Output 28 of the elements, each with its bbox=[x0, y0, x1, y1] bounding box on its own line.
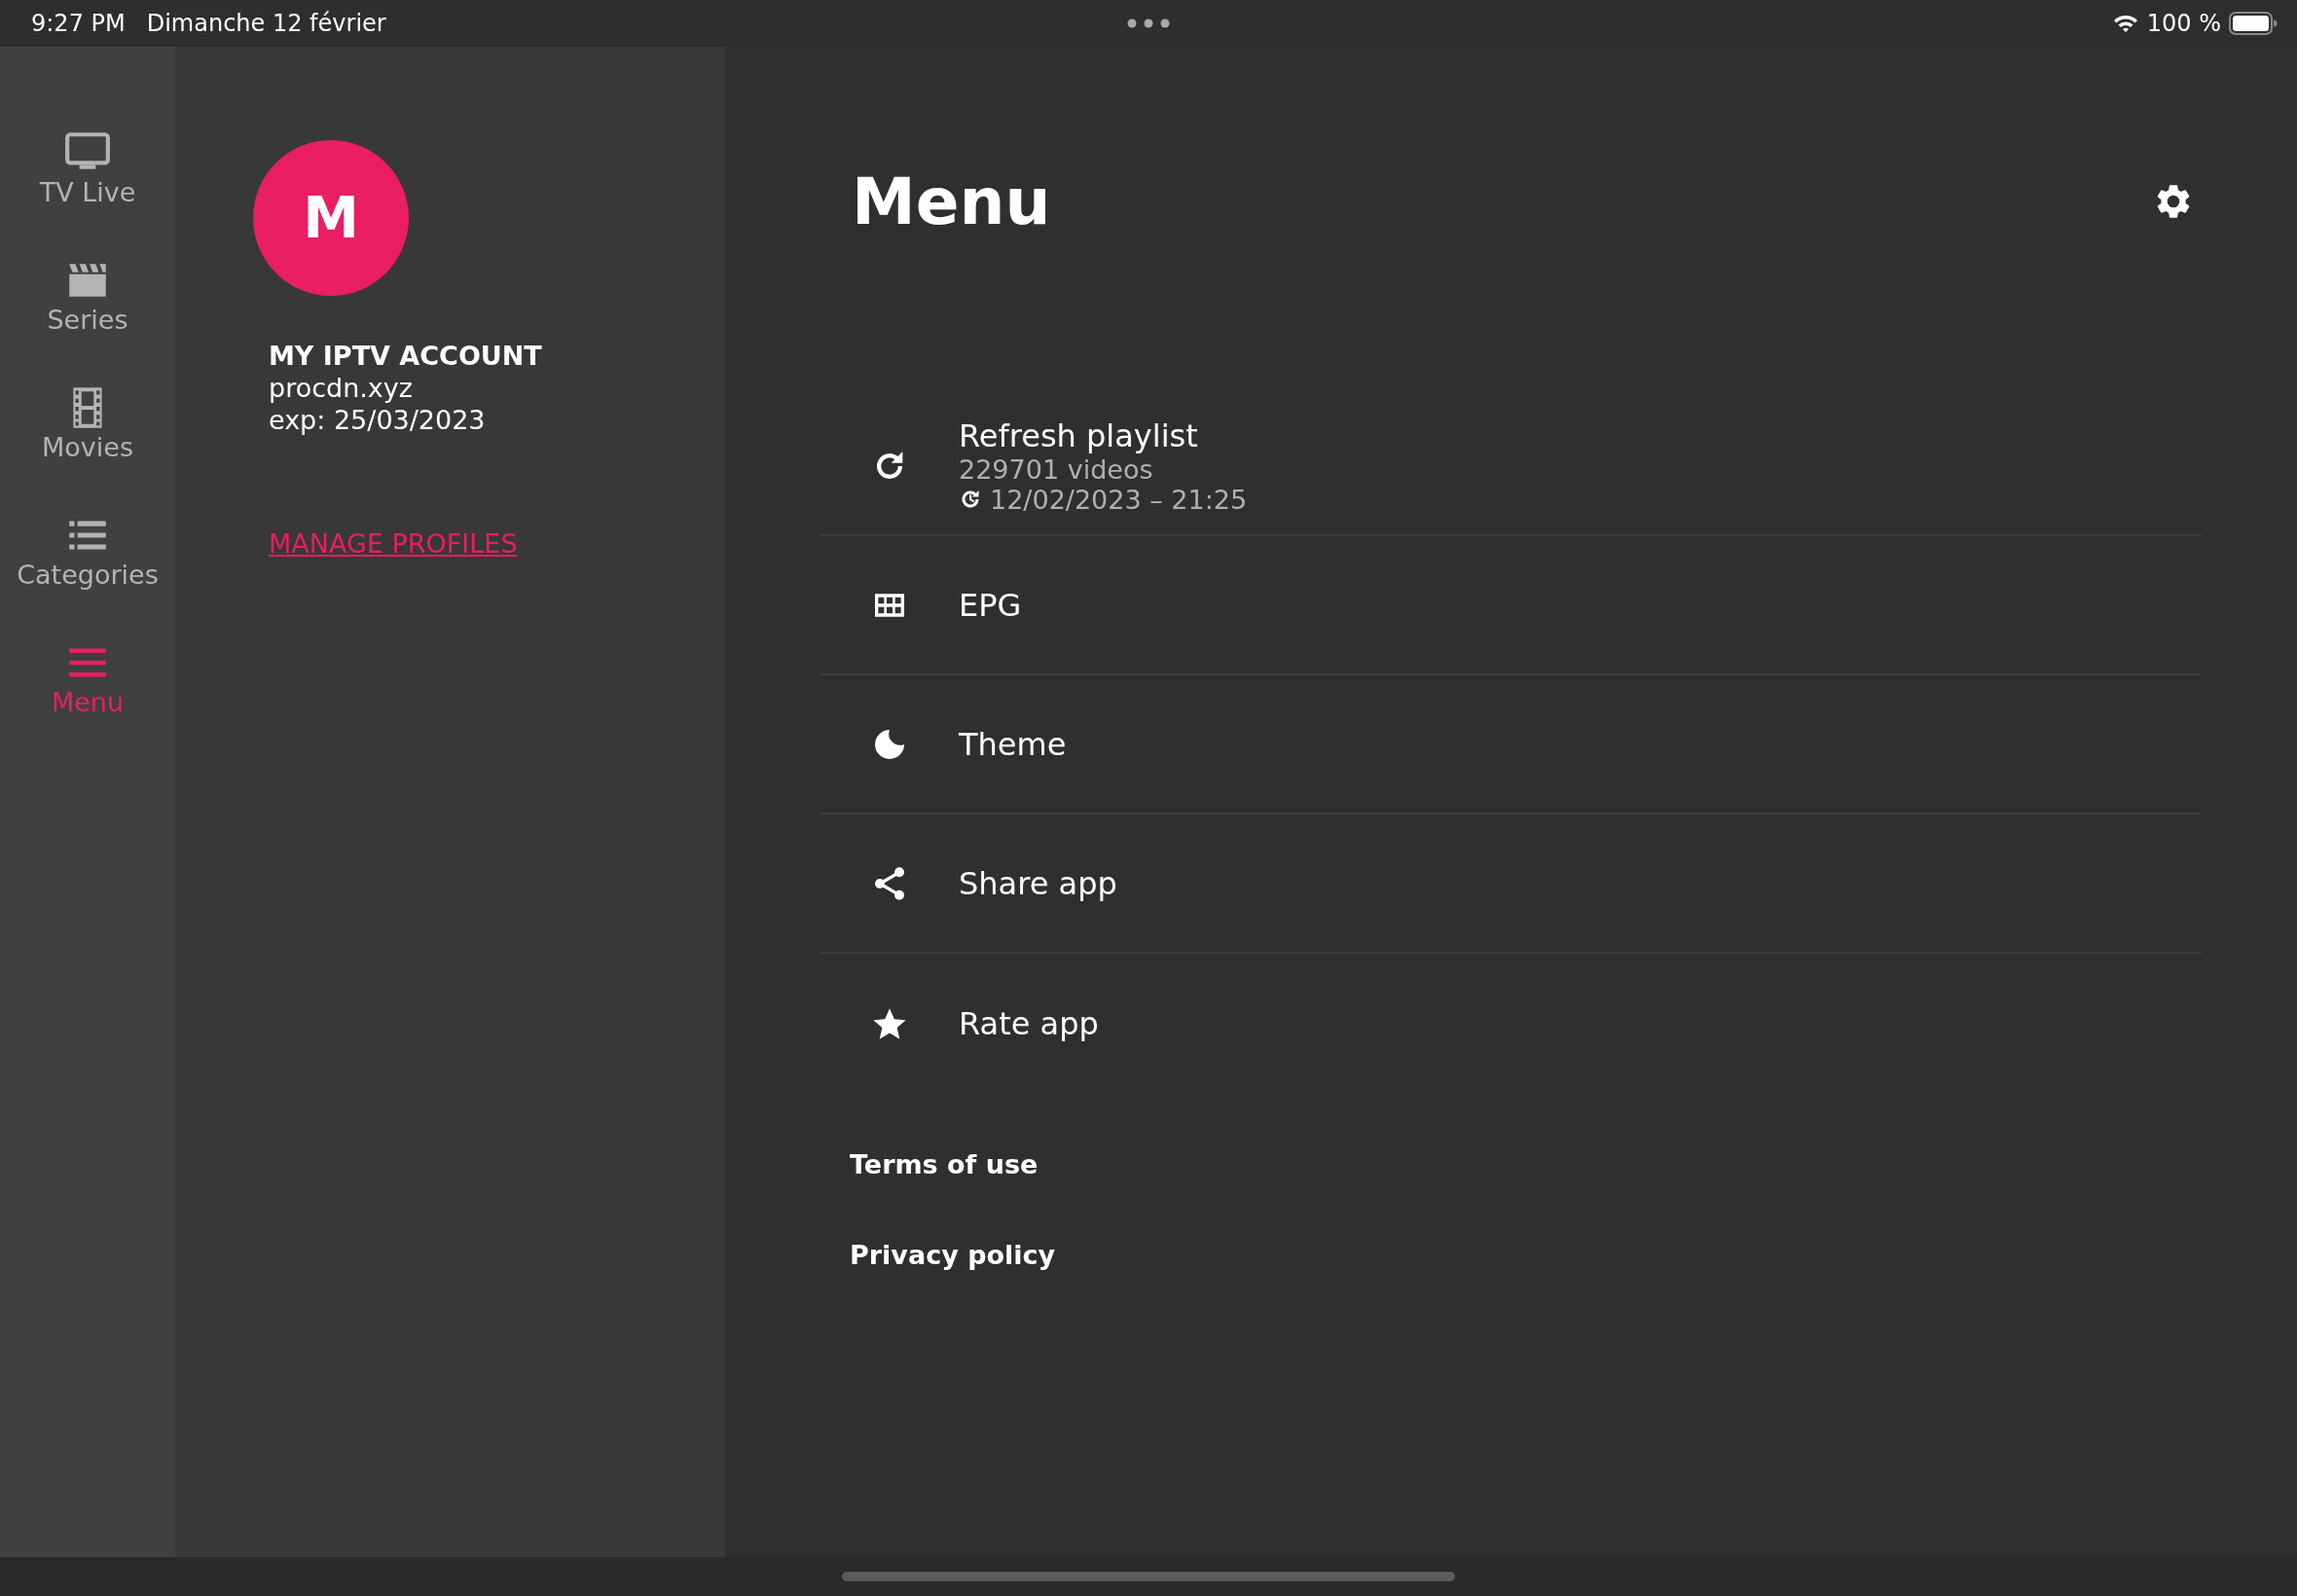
avatar: M bbox=[253, 140, 409, 296]
footer-link[interactable]: Terms of use bbox=[850, 1149, 1039, 1179]
more-dots-icon[interactable] bbox=[1127, 18, 1170, 28]
status-time: 9:27 PM bbox=[31, 10, 126, 37]
video-count: 229701 videos bbox=[959, 453, 1154, 485]
account-name: MY IPTV ACCOUNT bbox=[269, 341, 542, 371]
status-date: Dimanche 12 février bbox=[146, 10, 386, 37]
nav-item[interactable]: Movies bbox=[42, 383, 133, 462]
option-label: Refresh playlist bbox=[959, 417, 1199, 454]
option-row[interactable]: Share app bbox=[820, 815, 2202, 954]
account-server: procdn.xyz bbox=[269, 373, 413, 403]
option-label: Theme bbox=[959, 725, 1067, 763]
option-label: Share app bbox=[959, 864, 1117, 902]
last-updated: 12/02/2023 – 21:25 bbox=[990, 484, 1248, 515]
battery-percent: 100 % bbox=[2146, 10, 2221, 37]
option-row[interactable]: Rate app bbox=[820, 954, 2202, 1093]
page-title: Menu bbox=[852, 163, 1051, 239]
account-expiry: exp: 25/03/2023 bbox=[269, 405, 486, 435]
option-row[interactable]: Theme bbox=[820, 675, 2202, 815]
nav-item[interactable]: TV Live bbox=[39, 128, 136, 207]
footer-link[interactable]: Privacy policy bbox=[850, 1240, 1056, 1270]
nav-item[interactable]: Series bbox=[47, 256, 128, 335]
battery-icon bbox=[2229, 12, 2278, 35]
nav-item[interactable]: Categories bbox=[17, 511, 159, 590]
option-row[interactable]: Refresh playlist 229701 videos 12/02/2023 – 21:25 bbox=[820, 397, 2202, 536]
option-label: EPG bbox=[959, 586, 1022, 624]
option-label: Rate app bbox=[959, 1004, 1099, 1042]
option-row[interactable]: EPG bbox=[820, 536, 2202, 675]
